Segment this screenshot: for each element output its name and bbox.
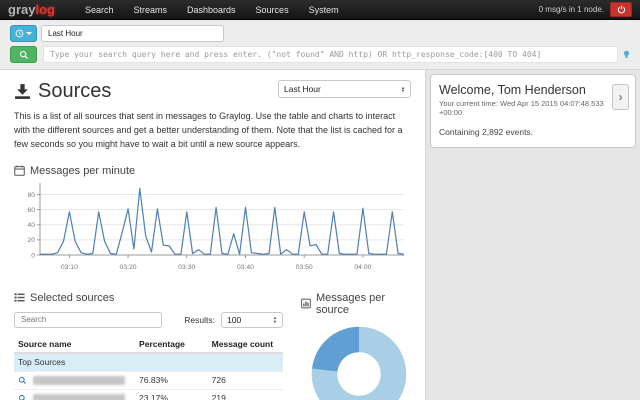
- page-description: This is a list of all sources that sent …: [14, 110, 412, 152]
- search-submit-button[interactable]: [10, 46, 37, 63]
- nav-item-system[interactable]: System: [299, 0, 349, 20]
- selected-sources-block: Selected sources Results: 100 ▲▼: [14, 292, 283, 400]
- col-source-name[interactable]: Source name: [14, 336, 135, 353]
- svg-text:03:50: 03:50: [296, 264, 313, 271]
- top-navbar: graylog SearchStreamsDashboardsSourcesSy…: [0, 0, 640, 20]
- col-percentage[interactable]: Percentage: [135, 336, 208, 353]
- svg-text:0: 0: [31, 252, 35, 259]
- message-count-cell: 726: [208, 371, 283, 389]
- messages-per-minute-chart[interactable]: 0 20 40 60 80 03:10 03:20 03:30 03:40 03:50 04:00: [14, 177, 412, 277]
- search-source-link[interactable]: [18, 394, 27, 400]
- events-count-text: Containing 2,892 events.: [439, 127, 627, 137]
- results-value: 100: [227, 315, 241, 325]
- clock-icon: [15, 29, 24, 38]
- graylog-logo[interactable]: graylog: [8, 2, 55, 17]
- welcome-card: Welcome, Tom Henderson Your current time…: [430, 74, 636, 148]
- messages-per-source-title-text: Messages per source: [316, 292, 411, 316]
- selected-sources-title-text: Selected sources: [30, 292, 114, 304]
- redacted-source-name: [33, 394, 125, 400]
- svg-text:03:30: 03:30: [178, 264, 195, 271]
- svg-text:60: 60: [27, 207, 35, 214]
- list-icon: [14, 292, 25, 303]
- nav-item-sources[interactable]: Sources: [246, 0, 299, 20]
- sources-table: Source name Percentage Message count Top…: [14, 336, 283, 400]
- search-icon: [18, 376, 27, 385]
- svg-text:04:00: 04:00: [354, 264, 371, 271]
- page-title-text: Sources: [38, 80, 111, 103]
- logo-log-text: log: [35, 2, 55, 17]
- current-time-text: Your current time: Wed Apr 15 2015 04:07…: [439, 99, 627, 117]
- percentage-cell: 76.83%: [135, 371, 208, 389]
- sources-timerange-select[interactable]: Last Hour ▲▼: [278, 80, 411, 98]
- search-bar: [0, 20, 640, 70]
- messages-per-source-block: Messages per source: [283, 292, 411, 400]
- results-control: Results: 100 ▲▼: [184, 312, 283, 328]
- selected-sources-title: Selected sources: [14, 292, 283, 304]
- results-label: Results:: [184, 315, 215, 325]
- page-header: Sources Last Hour ▲▼: [14, 80, 411, 103]
- messages-per-source-donut[interactable]: [307, 322, 411, 400]
- redacted-source-name: [33, 376, 125, 385]
- main-area: Sources Last Hour ▲▼ This is a list of a…: [0, 70, 640, 400]
- nav-item-search[interactable]: Search: [75, 0, 124, 20]
- svg-text:20: 20: [27, 237, 35, 244]
- svg-text:80: 80: [27, 192, 35, 199]
- col-message-count[interactable]: Message count: [208, 336, 283, 353]
- svg-text:03:10: 03:10: [61, 264, 78, 271]
- timerange-dropdown-button[interactable]: [10, 25, 37, 42]
- navbar-right: 0 msg/s in 1 node.: [539, 2, 632, 17]
- table-row: 23.17%219: [14, 389, 283, 400]
- shutdown-button[interactable]: [610, 2, 632, 17]
- timerange-row: [10, 25, 630, 42]
- sources-filter-input[interactable]: [14, 312, 162, 328]
- table-row: 76.83%726: [14, 371, 283, 389]
- bar-chart-icon: [301, 298, 311, 309]
- sources-page: Sources Last Hour ▲▼ This is a list of a…: [0, 70, 426, 400]
- messages-per-minute-title-text: Messages per minute: [30, 165, 135, 177]
- donut-wrap: [307, 322, 411, 400]
- page-title: Sources: [14, 80, 111, 103]
- messages-per-source-title: Messages per source: [301, 292, 411, 316]
- search-icon: [19, 50, 29, 60]
- timerange-input[interactable]: [41, 25, 224, 42]
- power-icon: [617, 5, 626, 14]
- table-controls: Results: 100 ▲▼: [14, 312, 283, 328]
- sources-timerange-value: Last Hour: [284, 84, 321, 94]
- search-query-input[interactable]: [43, 46, 618, 63]
- results-select[interactable]: 100 ▲▼: [221, 312, 283, 328]
- group-row-top-sources: Top Sources: [14, 353, 283, 372]
- caret-down-icon: [26, 32, 32, 35]
- nav-item-dashboards[interactable]: Dashboards: [177, 0, 246, 20]
- svg-text:03:20: 03:20: [120, 264, 137, 271]
- calendar-icon: [14, 165, 25, 176]
- donut-slice[interactable]: [312, 327, 359, 372]
- nav-item-streams[interactable]: Streams: [124, 0, 178, 20]
- logo-gray-text: gray: [8, 2, 35, 17]
- svg-text:03:40: 03:40: [237, 264, 254, 271]
- graylog-app: graylog SearchStreamsDashboardsSourcesSy…: [0, 0, 640, 400]
- search-source-link[interactable]: [18, 376, 27, 385]
- table-header-row: Source name Percentage Message count: [14, 336, 283, 353]
- nav-items: SearchStreamsDashboardsSourcesSystem: [75, 0, 349, 20]
- svg-text:40: 40: [27, 222, 35, 229]
- throughput-indicator: 0 msg/s in 1 node.: [539, 5, 604, 14]
- message-count-cell: 219: [208, 389, 283, 400]
- select-steppers-icon: ▲▼: [273, 316, 277, 323]
- search-docs-lightbulb-icon[interactable]: [623, 50, 630, 59]
- select-steppers-icon: ▲▼: [401, 86, 405, 93]
- percentage-cell: 23.17%: [135, 389, 208, 400]
- query-row: [10, 46, 630, 63]
- bottom-split: Selected sources Results: 100 ▲▼: [14, 292, 411, 400]
- welcome-heading: Welcome, Tom Henderson: [439, 83, 627, 97]
- search-icon: [18, 394, 27, 400]
- sidebar-collapse-button[interactable]: ›: [612, 84, 629, 110]
- messages-per-minute-title: Messages per minute: [14, 165, 411, 177]
- sources-download-icon: [14, 83, 31, 100]
- right-sidebar: Welcome, Tom Henderson Your current time…: [426, 70, 640, 400]
